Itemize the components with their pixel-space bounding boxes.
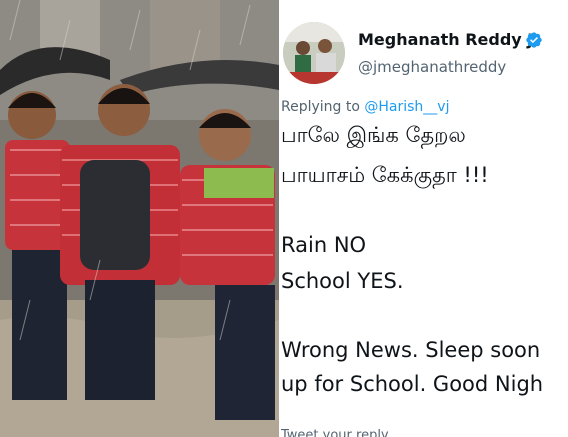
replying-to: Replying to @Harish__vj xyxy=(281,99,449,115)
tweet-card: Meghanath Reddy J @jmeghanathreddy Reply… xyxy=(281,0,568,437)
avatar-photo xyxy=(283,22,345,84)
tweet-text-line-6: up for School. Good Nigh xyxy=(281,372,544,396)
reply-compose-placeholder[interactable]: Tweet your reply xyxy=(281,428,389,437)
news-photo-rain-schoolkids xyxy=(0,0,279,437)
avatar[interactable] xyxy=(283,22,345,84)
tweet-text-line-3: Rain NO xyxy=(281,233,367,257)
replying-prefix: Replying to xyxy=(281,99,365,115)
verified-badge-icon xyxy=(526,32,542,48)
user-handle[interactable]: @jmeghanathreddy xyxy=(358,58,506,76)
mention-link[interactable]: @Harish__vj xyxy=(364,99,449,115)
display-name[interactable]: Meghanath Reddy J xyxy=(358,30,533,49)
tweet-text-line-5: Wrong News. Sleep soon xyxy=(281,338,541,362)
photo-illustration xyxy=(0,0,279,437)
tweet-text-line-1: பாலே இங்க தேறல xyxy=(281,123,466,147)
tweet-text-line-2: பாயாசம் கேக்குதா !!! xyxy=(281,163,489,187)
tweet-text-line-4: School YES. xyxy=(281,269,404,293)
